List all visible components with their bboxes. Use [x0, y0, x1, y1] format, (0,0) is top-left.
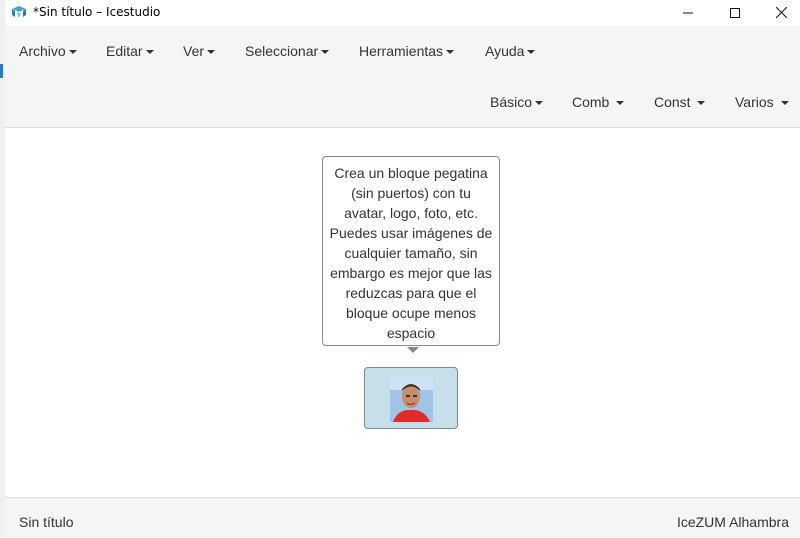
tooltip-line: embargo es mejor que las	[330, 265, 492, 281]
board-selector[interactable]: IceZUM Alhambra	[677, 514, 789, 530]
menu-label: Ver	[183, 43, 205, 59]
close-icon	[775, 7, 787, 18]
menu-seleccionar[interactable]: Seleccionar	[245, 43, 330, 59]
menu-label: Comb	[572, 94, 610, 110]
tooltip-line: Puedes usar imágenes de	[329, 225, 493, 241]
menu-const[interactable]: Const	[654, 94, 706, 110]
menu-herramientas[interactable]: Herramientas	[359, 43, 455, 59]
menu-ver[interactable]: Ver	[183, 43, 216, 59]
status-bar: Sin título IceZUM Alhambra	[5, 497, 800, 538]
menu-ayuda[interactable]: Ayuda	[485, 43, 536, 59]
caret-down-icon	[616, 101, 625, 106]
caret-down-icon	[145, 50, 154, 55]
caret-down-icon	[535, 101, 544, 106]
menu-archivo[interactable]: Archivo	[19, 43, 77, 59]
menu-label: Básico	[490, 94, 533, 110]
main-menu-bar: Archivo Editar Ver Seleccionar Herramien…	[5, 26, 800, 78]
menu-label: Ayuda	[485, 43, 525, 59]
menu-varios[interactable]: Varios	[735, 94, 789, 110]
tooltip-arrow-icon	[407, 347, 419, 353]
menu-comb[interactable]: Comb	[572, 94, 625, 110]
caret-down-icon	[446, 50, 455, 55]
menu-label: Archivo	[19, 43, 66, 59]
caret-down-icon	[780, 101, 789, 106]
tooltip-line: (sin puertos) con tu	[351, 185, 471, 201]
menu-label: Const	[654, 94, 691, 110]
caret-down-icon	[527, 50, 536, 55]
minimize-icon	[683, 12, 693, 13]
maximize-icon	[730, 7, 740, 18]
caret-down-icon	[697, 101, 706, 106]
avatar-photo-icon	[390, 376, 433, 422]
menu-label: Herramientas	[359, 43, 444, 59]
block-tooltip: Crea un bloque pegatina (sin puertos) co…	[322, 156, 500, 346]
window-title: *Sin título – Icestudio	[33, 5, 161, 19]
design-canvas[interactable]: Crea un bloque pegatina (sin puertos) co…	[5, 128, 800, 496]
sticker-block[interactable]	[364, 367, 458, 429]
tooltip-line: bloque ocupe menos	[346, 305, 476, 321]
blocks-menu-bar: Básico Comb Const Varios	[5, 78, 800, 128]
caret-down-icon	[321, 50, 330, 55]
background-window-mark	[0, 64, 3, 78]
maximize-button[interactable]	[712, 0, 758, 25]
menu-basico[interactable]: Básico	[490, 94, 544, 110]
tooltip-line: reduzcas para que el	[345, 285, 477, 301]
icestudio-logo-icon	[12, 6, 26, 18]
minimize-button[interactable]	[665, 0, 711, 25]
menu-label: Editar	[106, 43, 143, 59]
project-name: Sin título	[19, 514, 74, 530]
tooltip-line: avatar, logo, foto, etc.	[344, 205, 478, 221]
tooltip-line: cualquier tamaño, sin	[344, 245, 478, 261]
menu-label: Varios	[735, 94, 774, 110]
caret-down-icon	[68, 50, 77, 55]
tooltip-line: Crea un bloque pegatina	[334, 165, 488, 181]
caret-down-icon	[207, 50, 216, 55]
close-button[interactable]	[758, 0, 800, 25]
menu-label: Seleccionar	[245, 43, 319, 59]
tooltip-line: espacio	[386, 325, 436, 341]
menu-editar[interactable]: Editar	[106, 43, 154, 59]
title-bar: *Sin título – Icestudio	[5, 0, 800, 25]
